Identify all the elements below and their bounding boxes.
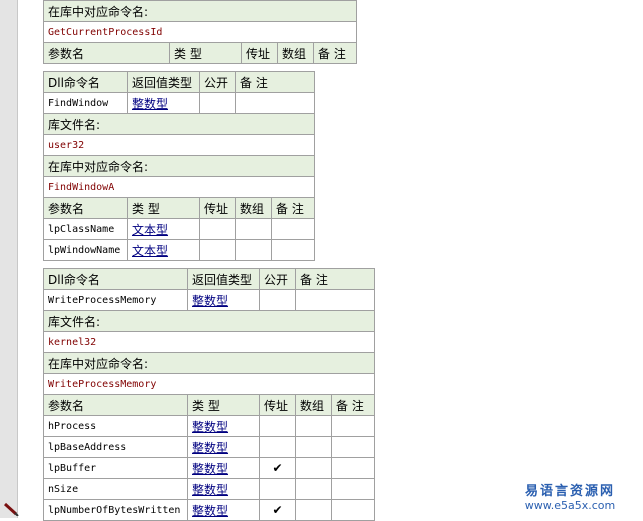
lib-cmd-value[interactable]: FindWindowA (42, 176, 316, 198)
lib-cmd-label: 在库中对应命令名: (42, 352, 376, 374)
param-type-link[interactable]: 整数型 (187, 457, 260, 479)
by-addr-checkmark-icon[interactable]: ✔ (259, 457, 296, 479)
param-header: 参数名 (43, 42, 170, 64)
return-type-link[interactable]: 整数型 (187, 289, 260, 311)
param-header: 参数名 (43, 197, 128, 219)
array-cell[interactable] (295, 499, 332, 521)
remark-cell[interactable] (270, 239, 316, 261)
array-header: 数组 (295, 394, 332, 416)
by-addr-header: 传址 (199, 197, 236, 219)
array-cell[interactable] (295, 436, 332, 458)
watermark: 易语言资源网 www.e5a5x.com (500, 480, 640, 512)
param-row: nSize 整数型 (43, 478, 376, 500)
by-addr-header: 传址 (241, 42, 278, 64)
dll-table-writeprocessmemory: Dll命令名 返回值类型 公开 备 注 WriteProcessMemory 整… (42, 268, 376, 521)
array-cell[interactable] (235, 218, 272, 240)
by-addr-cell[interactable] (259, 436, 296, 458)
editor-gutter (0, 0, 18, 518)
param-name[interactable]: lpBaseAddress (43, 436, 188, 458)
param-name[interactable]: lpWindowName (43, 239, 128, 261)
remark-cell[interactable] (270, 218, 316, 240)
return-type-link[interactable]: 整数型 (127, 92, 200, 114)
remark-header: 备 注 (330, 394, 376, 416)
lib-file-label: 库文件名: (42, 113, 316, 135)
remark-header: 备 注 (234, 71, 316, 93)
param-name[interactable]: nSize (43, 478, 188, 500)
by-addr-cell[interactable] (259, 415, 296, 437)
param-name[interactable]: hProcess (43, 415, 188, 437)
array-header: 数组 (277, 42, 314, 64)
remark-header: 备 注 (294, 268, 376, 290)
lib-file-value[interactable]: kernel32 (42, 331, 376, 353)
remark-cell[interactable] (330, 415, 376, 437)
type-header: 类 型 (187, 394, 260, 416)
param-type-link[interactable]: 文本型 (127, 218, 200, 240)
param-type-link[interactable]: 整数型 (187, 478, 260, 500)
param-header: 参数名 (43, 394, 188, 416)
lib-cmd-label: 在库中对应命令名: (42, 155, 316, 177)
pen-icon (3, 502, 19, 516)
dll-table-getcurrentprocessid: 在库中对应命令名: GetCurrentProcessId 参数名 类 型 传址… (42, 0, 358, 64)
remark-cell[interactable] (234, 92, 316, 114)
param-type-link[interactable]: 文本型 (127, 239, 200, 261)
lib-cmd-label: 在库中对应命令名: (42, 0, 358, 22)
public-header: 公开 (199, 71, 236, 93)
by-addr-cell[interactable] (259, 478, 296, 500)
by-addr-checkmark-icon[interactable]: ✔ (259, 499, 296, 521)
lib-cmd-value[interactable]: WriteProcessMemory (42, 373, 376, 395)
public-header: 公开 (259, 268, 296, 290)
lib-cmd-value[interactable]: GetCurrentProcessId (42, 21, 358, 43)
dll-cmd-header: Dll命令名 (43, 71, 128, 93)
remark-cell[interactable] (330, 457, 376, 479)
param-row: lpClassName 文本型 (43, 218, 316, 240)
param-type-link[interactable]: 整数型 (187, 436, 260, 458)
remark-cell[interactable] (294, 289, 376, 311)
array-header: 数组 (235, 197, 272, 219)
dll-cmd-name[interactable]: WriteProcessMemory (43, 289, 188, 311)
return-type-header: 返回值类型 (127, 71, 200, 93)
public-cell[interactable] (199, 92, 236, 114)
by-addr-cell[interactable] (199, 218, 236, 240)
dll-cmd-header: Dll命令名 (43, 268, 188, 290)
dll-cmd-name[interactable]: FindWindow (43, 92, 128, 114)
remark-cell[interactable] (330, 436, 376, 458)
dll-table-findwindow: Dll命令名 返回值类型 公开 备 注 FindWindow 整数型 库文件名:… (42, 71, 316, 261)
by-addr-header: 传址 (259, 394, 296, 416)
param-row: hProcess 整数型 (43, 415, 376, 437)
watermark-title: 易语言资源网 (524, 484, 615, 499)
by-addr-cell[interactable] (199, 239, 236, 261)
lib-file-label: 库文件名: (42, 310, 376, 332)
param-row: lpNumberOfBytesWritten 整数型 ✔ (43, 499, 376, 521)
public-cell[interactable] (259, 289, 296, 311)
param-row: lpBuffer 整数型 ✔ (43, 457, 376, 479)
return-type-header: 返回值类型 (187, 268, 260, 290)
param-type-link[interactable]: 整数型 (187, 499, 260, 521)
param-name[interactable]: lpNumberOfBytesWritten (43, 499, 188, 521)
type-header: 类 型 (169, 42, 242, 64)
array-cell[interactable] (235, 239, 272, 261)
remark-header: 备 注 (312, 42, 358, 64)
lib-file-value[interactable]: user32 (42, 134, 316, 156)
type-header: 类 型 (127, 197, 200, 219)
remark-cell[interactable] (330, 478, 376, 500)
remark-cell[interactable] (330, 499, 376, 521)
array-cell[interactable] (295, 478, 332, 500)
param-row: lpBaseAddress 整数型 (43, 436, 376, 458)
param-row: lpWindowName 文本型 (43, 239, 316, 261)
array-cell[interactable] (295, 415, 332, 437)
watermark-url: www.e5a5x.com (524, 499, 616, 512)
remark-header: 备 注 (270, 197, 316, 219)
array-cell[interactable] (295, 457, 332, 479)
param-name[interactable]: lpBuffer (43, 457, 188, 479)
param-name[interactable]: lpClassName (43, 218, 128, 240)
param-type-link[interactable]: 整数型 (187, 415, 260, 437)
